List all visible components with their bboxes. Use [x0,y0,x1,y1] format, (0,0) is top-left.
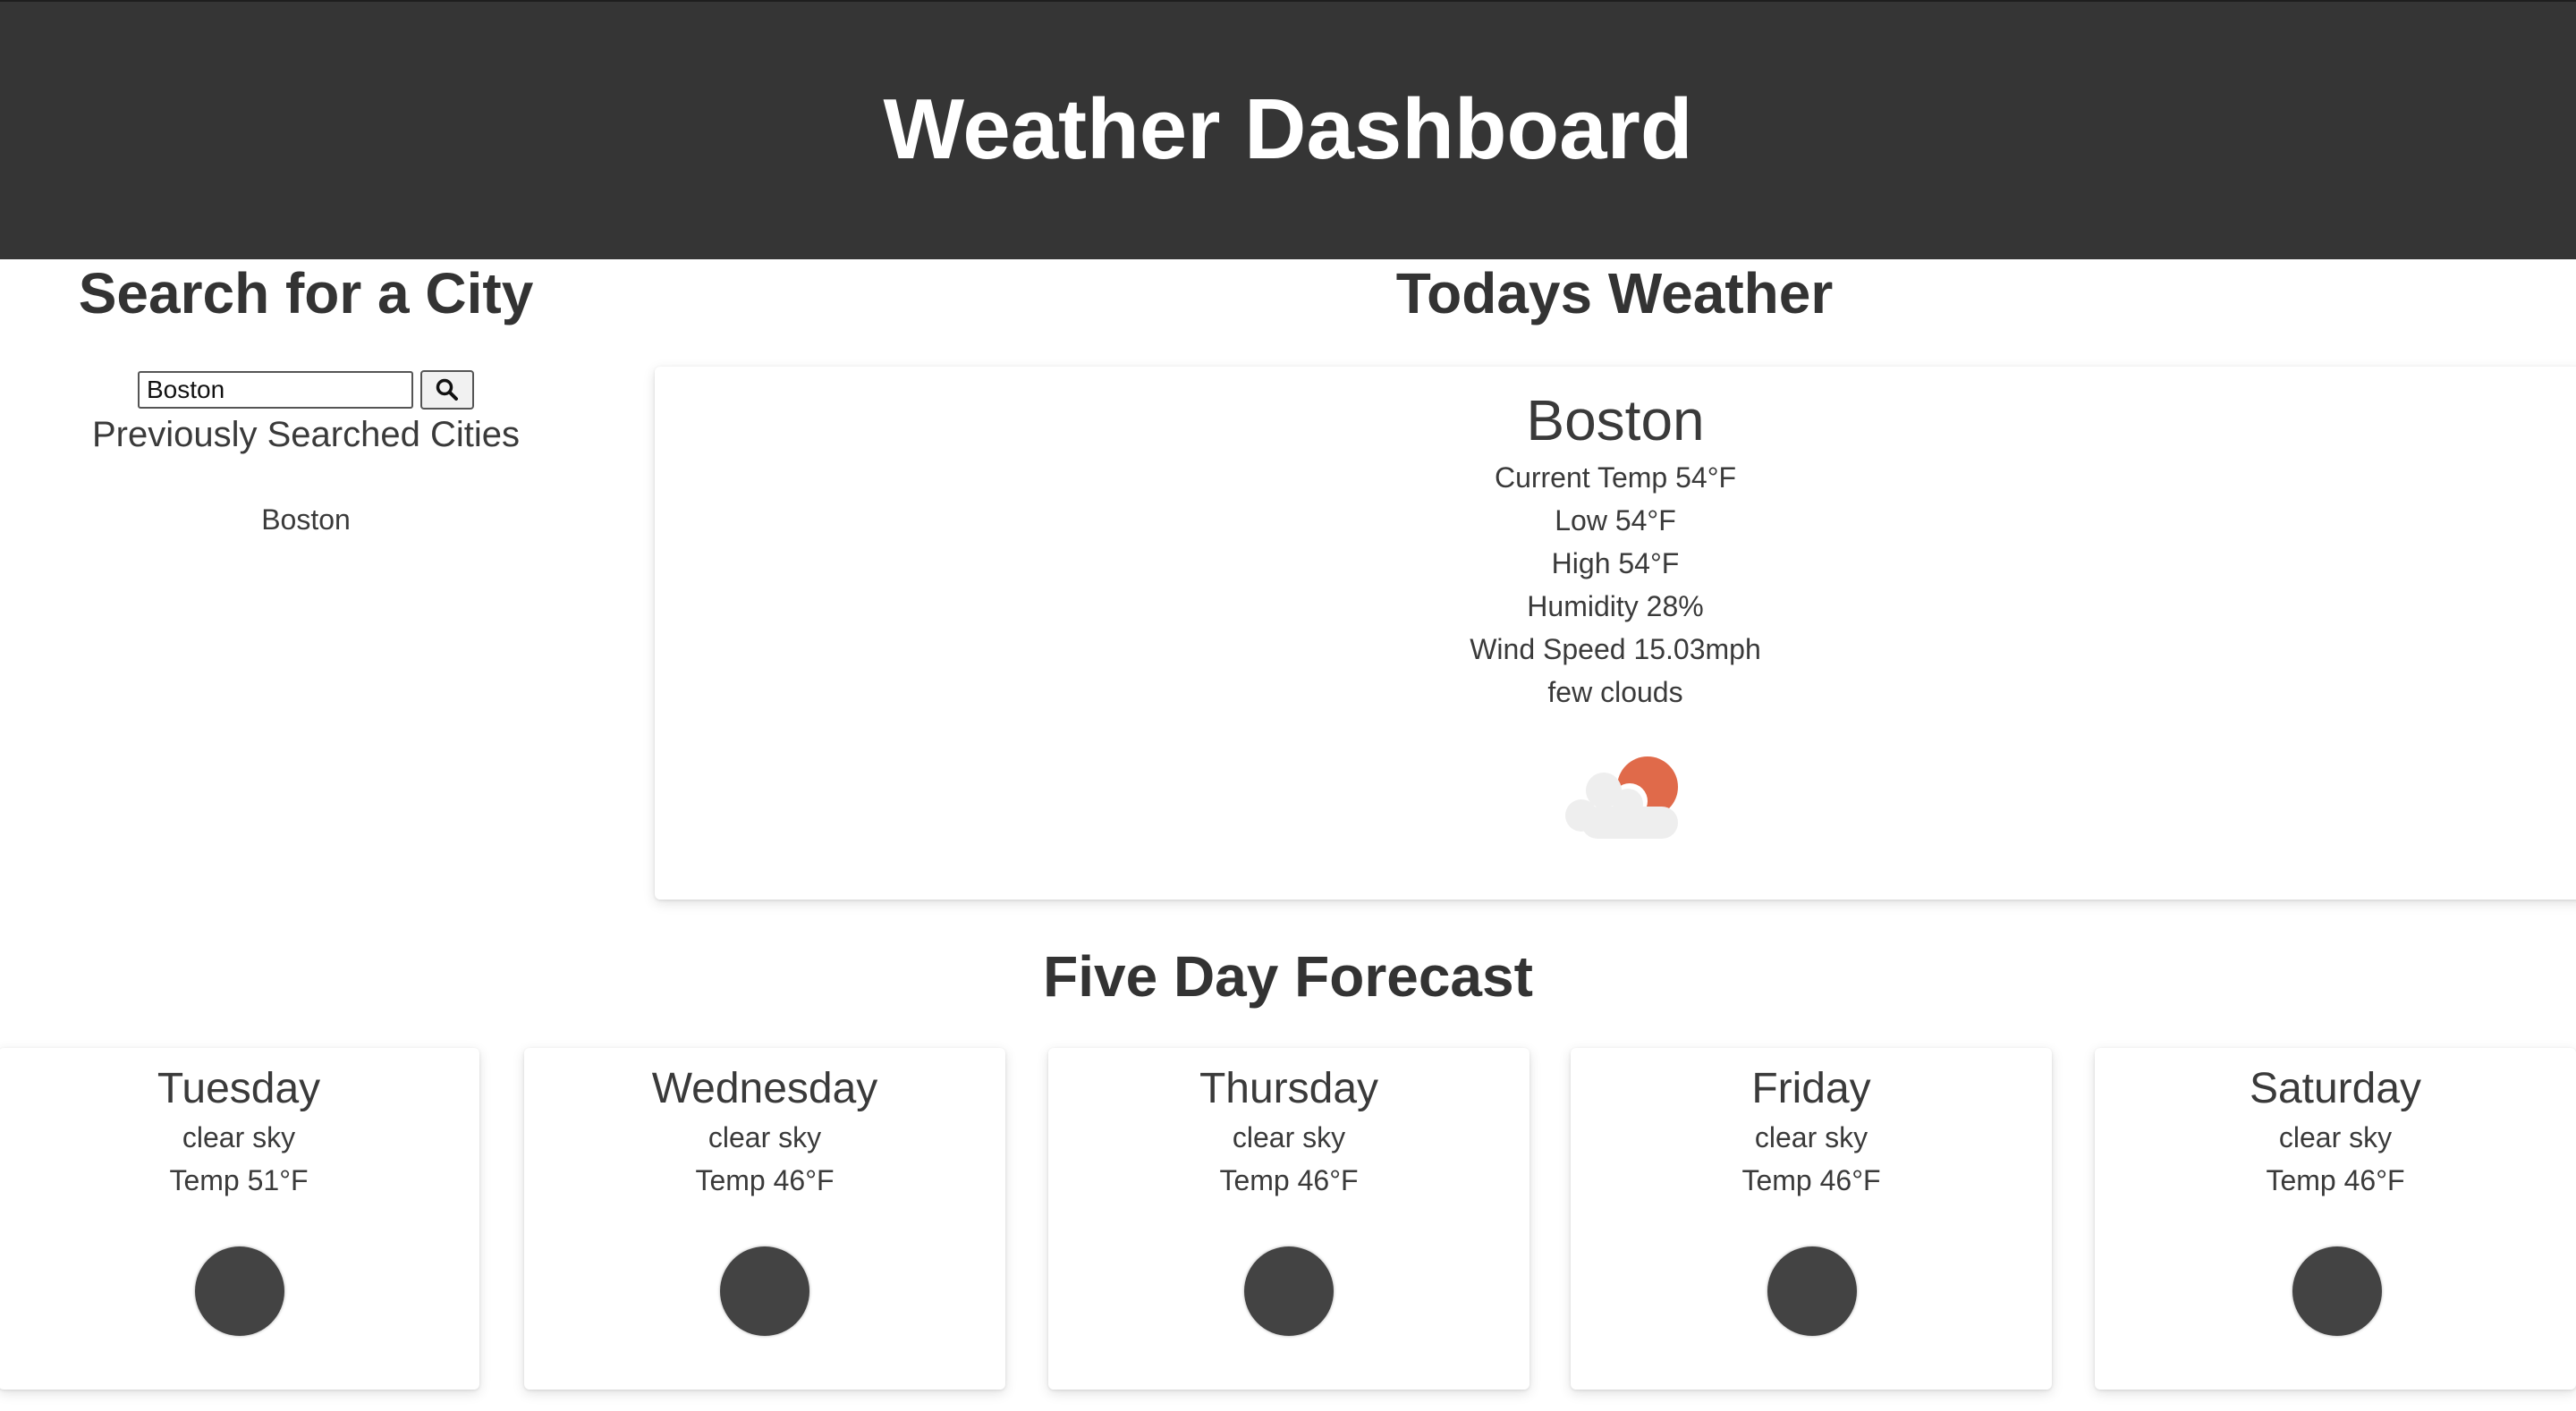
five-day-forecast-title: Five Day Forecast [1043,944,1533,1009]
forecast-temp: Temp 46°F [2266,1164,2405,1196]
forecast-card-day-4: Friday clear sky Temp 46°F [1571,1048,2052,1390]
forecast-day-name: Thursday [1199,1065,1379,1112]
today-low-temp: Low 54°F [1555,504,1676,537]
forecast-temp: Temp 51°F [169,1164,309,1196]
clear-sky-night-icon [2292,1246,2382,1336]
search-form [138,370,474,410]
few-clouds-icon [1565,756,1678,839]
forecast-card-day-5: Saturday clear sky Temp 46°F [2095,1048,2576,1390]
today-description: few clouds [1547,676,1683,708]
forecast-description: clear sky [708,1121,822,1153]
clear-sky-night-icon [720,1246,809,1336]
forecast-day-name: Friday [1751,1065,1871,1112]
previous-searches-title: Previously Searched Cities [92,415,520,454]
today-current-temp: Current Temp 54°F [1494,461,1737,494]
previous-city-item[interactable]: Boston [0,497,612,542]
forecast-day-name: Tuesday [157,1065,321,1112]
clear-sky-night-icon [195,1246,284,1336]
forecast-card-day-2: Wednesday clear sky Temp 46°F [524,1048,1005,1390]
page-title: Weather Dashboard [883,81,1693,177]
todays-weather-title: Todays Weather [1395,261,1834,325]
forecast-day-name: Wednesday [651,1065,878,1112]
today-wind-speed: Wind Speed 15.03mph [1470,633,1761,665]
forecast-card-day-1: Tuesday clear sky Temp 51°F [0,1048,479,1390]
search-button[interactable] [420,370,474,410]
search-section-title: Search for a City [78,261,534,325]
todays-weather-card: Boston Current Temp 54°F Low 54°F High 5… [655,367,2576,900]
today-high-temp: High 54°F [1551,547,1680,579]
forecast-temp: Temp 46°F [1741,1164,1881,1196]
search-icon [436,378,458,401]
today-humidity: Humidity 28% [1527,590,1704,622]
page-header: Weather Dashboard [0,0,2576,259]
forecast-temp: Temp 46°F [695,1164,835,1196]
forecast-temp: Temp 46°F [1219,1164,1359,1196]
forecast-description: clear sky [1754,1121,1868,1153]
forecast-description: clear sky [1232,1121,1346,1153]
forecast-day-name: Saturday [2249,1065,2422,1112]
forecast-description: clear sky [182,1121,296,1153]
city-search-input[interactable] [138,371,413,409]
forecast-description: clear sky [2278,1121,2393,1153]
clear-sky-night-icon [1244,1246,1334,1336]
forecast-card-day-3: Thursday clear sky Temp 46°F [1048,1048,1530,1390]
today-details: Current Temp 54°F Low 54°F High 54°F Hum… [655,456,2576,714]
today-city-name: Boston [1526,388,1705,452]
clear-sky-night-icon [1767,1246,1857,1336]
